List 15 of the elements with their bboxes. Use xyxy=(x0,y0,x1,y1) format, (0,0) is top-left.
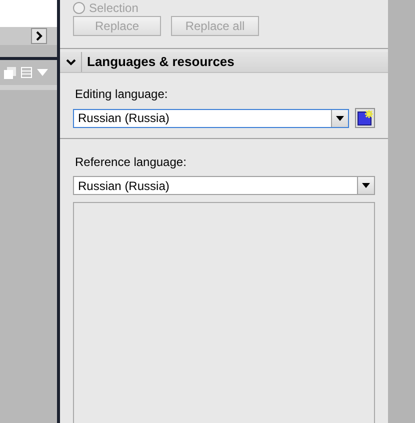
scroll-right-button[interactable] xyxy=(31,28,47,44)
dropdown-value: Russian (Russia) xyxy=(77,112,170,124)
new-language-button[interactable] xyxy=(355,108,375,128)
chevron-right-icon xyxy=(35,31,43,41)
chevron-icon[interactable] xyxy=(66,58,76,66)
field-label: Editing language: xyxy=(75,88,169,100)
language-dropdown[interactable]: Russian (Russia) xyxy=(73,176,375,195)
dropdown-value: Russian (Russia) xyxy=(77,180,170,192)
radio-button[interactable] xyxy=(73,2,85,14)
radio-label: Selection xyxy=(89,2,138,14)
section-header[interactable]: Languages & resources xyxy=(60,52,388,73)
field-label: Reference language: xyxy=(75,156,188,168)
list-area xyxy=(0,0,57,27)
section-title: Languages & resources xyxy=(86,53,234,72)
language-dropdown[interactable]: Russian (Russia) xyxy=(73,108,349,128)
